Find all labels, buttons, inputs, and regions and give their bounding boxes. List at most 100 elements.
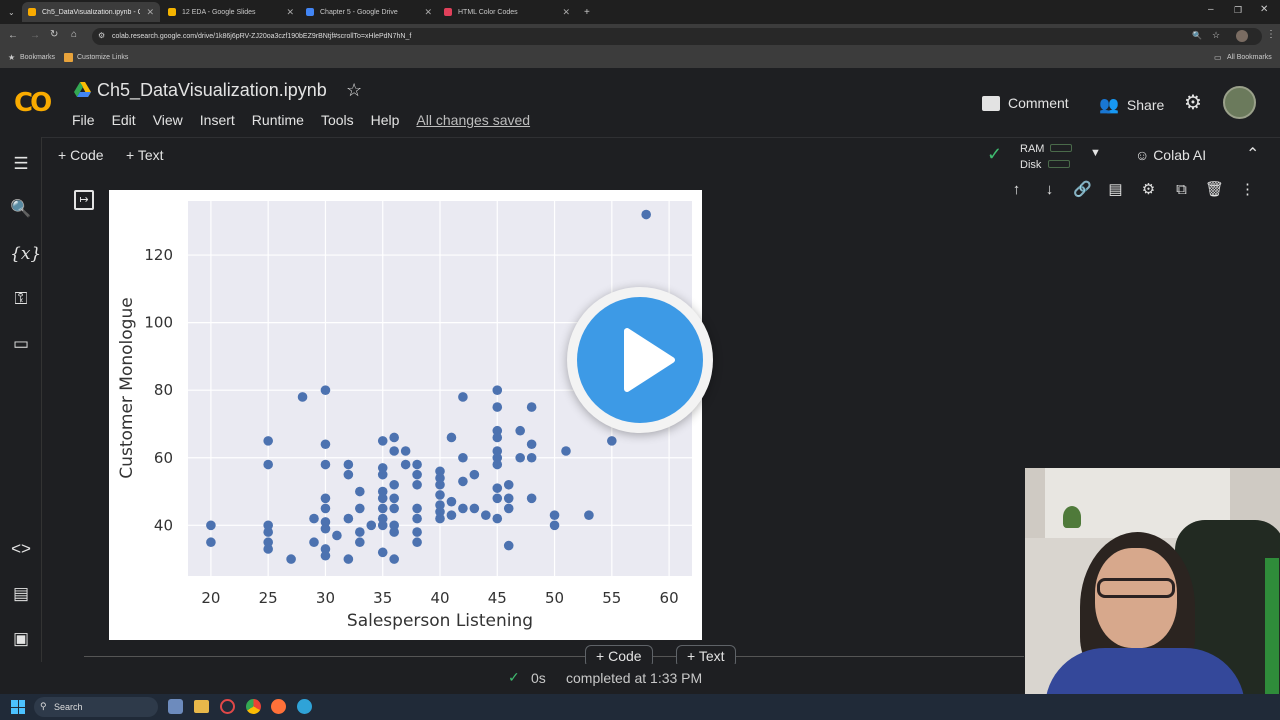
back-icon[interactable]: ←	[8, 30, 18, 41]
data-point	[412, 479, 422, 490]
task-view-icon[interactable]	[168, 699, 183, 714]
comment-button[interactable]: Comment	[982, 95, 1069, 111]
play-icon	[624, 328, 675, 392]
connected-check-icon: ✓	[987, 144, 1003, 164]
menu-tools[interactable]: Tools	[321, 112, 354, 128]
colab-logo[interactable]: CO	[14, 88, 52, 118]
close-icon[interactable]: ✕	[146, 7, 154, 18]
data-point	[458, 476, 468, 487]
customize-links-link[interactable]: Customize Links	[77, 54, 128, 61]
star-icon[interactable]: ☆	[346, 80, 362, 101]
browser-tab-colorcodes[interactable]: HTML Color Codes ✕	[438, 2, 576, 22]
close-icon[interactable]: ✕	[562, 7, 570, 18]
maximize-icon[interactable]: ❐	[1234, 5, 1242, 16]
menu-help[interactable]: Help	[371, 112, 400, 128]
terminal-icon[interactable]: ▣	[10, 629, 32, 651]
bookmarks-link[interactable]: Bookmarks	[20, 54, 55, 61]
move-down-icon[interactable]: ↓	[1033, 176, 1066, 204]
all-bookmarks-link[interactable]: All Bookmarks	[1227, 54, 1272, 61]
file-explorer-icon[interactable]	[194, 700, 209, 713]
webcam-face	[1095, 548, 1177, 648]
tab-menu-button[interactable]: ⌄	[2, 2, 20, 22]
delete-icon[interactable]: 🗑	[1198, 176, 1231, 204]
data-point	[607, 436, 617, 446]
runtime-dropdown-icon[interactable]: ▼	[1090, 147, 1101, 159]
x-tick-label: 30	[316, 589, 335, 607]
command-palette-icon[interactable]: ▤	[10, 584, 32, 606]
avatar[interactable]	[1223, 86, 1256, 119]
new-tab-button[interactable]: +	[578, 2, 596, 22]
disk-bar	[1048, 160, 1071, 168]
search-icon[interactable]: 🔍	[10, 199, 32, 221]
star-icon[interactable]: ☆	[1212, 30, 1220, 41]
add-text-button[interactable]: + Text	[126, 147, 164, 163]
play-circle	[577, 297, 703, 423]
close-icon[interactable]: ✕	[424, 7, 432, 18]
chrome-icon[interactable]	[246, 699, 261, 714]
comment-icon[interactable]: ▤	[1099, 176, 1132, 204]
home-icon[interactable]: ⌂	[71, 29, 77, 40]
add-code-button[interactable]: + Code	[58, 147, 104, 163]
data-point	[549, 520, 560, 531]
data-point	[320, 550, 331, 561]
saved-status[interactable]: All changes saved	[416, 112, 530, 128]
taskbar-search[interactable]: ⚲ Search	[34, 697, 158, 717]
close-icon[interactable]: ✕	[286, 7, 294, 18]
menu-insert[interactable]: Insert	[200, 112, 235, 128]
data-point	[492, 385, 503, 395]
data-point	[400, 446, 411, 456]
edge-icon[interactable]	[297, 699, 312, 714]
data-point	[320, 459, 331, 470]
files-folder-icon[interactable]: ▭	[10, 334, 32, 356]
table-of-contents-icon[interactable]: ☰	[10, 154, 32, 176]
browser-menu-icon[interactable]: ⋮	[1266, 29, 1276, 40]
windows-start-icon[interactable]	[11, 700, 25, 714]
browser-tab-slides[interactable]: 12 EDA - Google Slides ✕	[162, 2, 300, 22]
secrets-key-icon[interactable]: ⚿	[10, 289, 32, 311]
data-point	[377, 469, 388, 480]
settings-gear-icon[interactable]: ⚙	[1184, 90, 1202, 115]
menu-edit[interactable]: Edit	[112, 112, 136, 128]
colab-ai-button[interactable]: ☺ Colab AI	[1135, 147, 1206, 163]
collapse-chevron-icon[interactable]: ⌃	[1246, 144, 1259, 164]
data-point	[412, 537, 422, 548]
resource-indicator[interactable]: RAM Disk	[1020, 141, 1072, 173]
menu-view[interactable]: View	[153, 112, 183, 128]
data-point	[412, 527, 422, 537]
video-play-button[interactable]	[567, 287, 713, 433]
url-field[interactable]: ⚙ colab.research.google.com/drive/1k86j6…	[92, 28, 1262, 45]
notebook-title[interactable]: Ch5_DataVisualization.ipynb	[97, 80, 327, 101]
data-point	[526, 493, 537, 504]
share-button[interactable]: 👥 Share	[1099, 95, 1164, 115]
code-snippets-icon[interactable]: <>	[10, 539, 32, 561]
data-point	[435, 513, 445, 524]
variables-icon[interactable]: {x}	[10, 244, 41, 266]
close-window-icon[interactable]: ✕	[1260, 4, 1268, 15]
mirror-cell-icon[interactable]: ⧉	[1165, 176, 1198, 204]
reload-icon[interactable]: ↻	[50, 29, 58, 40]
exec-status[interactable]: completed at 1:33 PM	[566, 670, 702, 686]
tab-label: HTML Color Codes	[458, 8, 518, 16]
data-point	[263, 459, 273, 470]
firefox-icon[interactable]	[271, 699, 286, 714]
move-up-icon[interactable]: ↑	[1000, 176, 1033, 204]
recording-app-icon[interactable]	[220, 699, 235, 714]
link-icon[interactable]: 🔗	[1066, 176, 1099, 204]
data-point	[389, 493, 399, 504]
menu-file[interactable]: File	[72, 112, 95, 128]
zoom-icon[interactable]: 🔍	[1192, 31, 1202, 40]
cell-toolbar: ↑ ↓ 🔗 ▤ ⚙ ⧉ 🗑 ⋮	[1000, 176, 1264, 206]
more-options-icon[interactable]: ⋮	[1231, 176, 1264, 204]
forward-icon[interactable]: →	[30, 30, 40, 41]
drive-icon[interactable]	[74, 82, 91, 97]
menu-runtime[interactable]: Runtime	[252, 112, 304, 128]
y-tick-label: 120	[144, 246, 173, 264]
output-actions-icon[interactable]: ↦	[74, 190, 94, 210]
gear-icon[interactable]: ⚙	[1132, 176, 1165, 204]
site-settings-icon[interactable]: ⚙	[98, 31, 105, 40]
data-point	[343, 469, 354, 480]
profile-icon[interactable]	[1236, 30, 1248, 42]
minimize-icon[interactable]: –	[1208, 4, 1214, 15]
browser-tab-drive[interactable]: Chapter 5 - Google Drive ✕	[300, 2, 438, 22]
browser-tab-colab[interactable]: Ch5_DataVisualization.ipynb - Co ✕	[22, 2, 160, 22]
